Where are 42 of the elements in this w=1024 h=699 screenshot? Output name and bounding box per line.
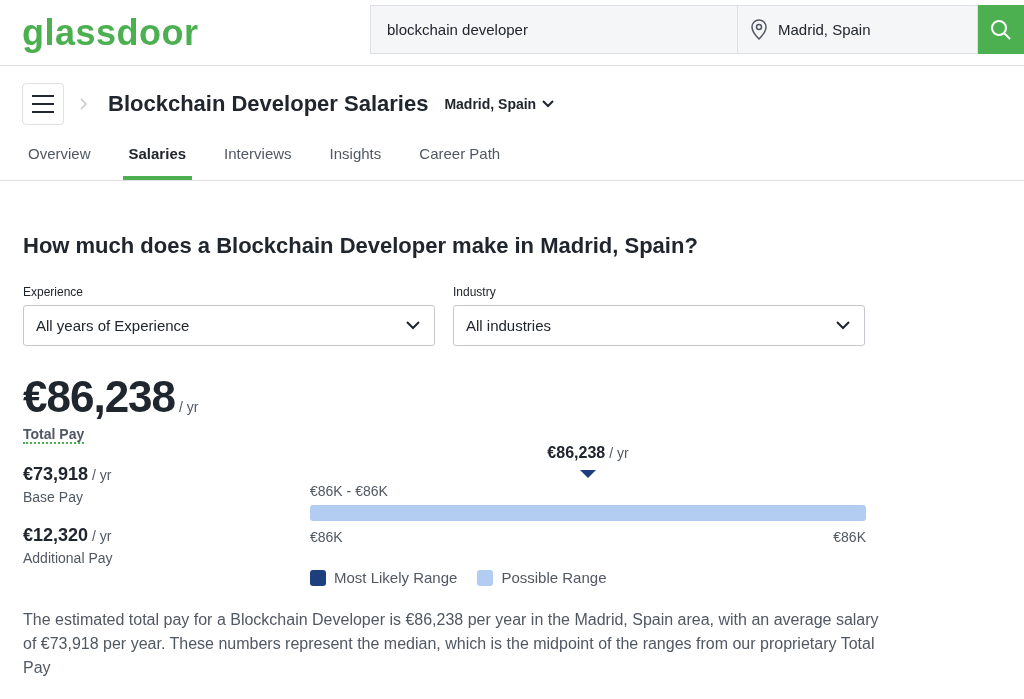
unit-label: / yr (179, 399, 199, 415)
filter-label: Experience (23, 285, 85, 299)
tab[interactable]: Interviews (218, 135, 298, 180)
unit-label: / yr (92, 528, 112, 544)
pay-amount: €73,918 (23, 464, 89, 485)
search-icon (990, 18, 1012, 41)
unit-label: / yr (92, 467, 112, 483)
search-button[interactable] (978, 5, 1024, 54)
tab[interactable]: Insights (323, 135, 388, 180)
menu-icon (32, 95, 54, 113)
range-label: €86K - €86K (310, 483, 389, 499)
breadcrumb-chevron-icon (80, 98, 88, 110)
search-field[interactable]: blockchain developer (370, 5, 738, 54)
total-pay-amount: €86,238 (23, 372, 176, 422)
median-marker-icon (580, 470, 596, 479)
tab[interactable]: Overview (22, 135, 97, 180)
legend-label: Most Likely Range (334, 569, 458, 586)
filter-dropdown[interactable]: All years of Experience (23, 305, 435, 346)
pay-label: Base Pay (23, 489, 84, 505)
range-min: €86K (310, 529, 343, 545)
legend-label: Possible Range (501, 569, 607, 586)
median-amount: €86,238 (547, 444, 606, 462)
filter-label: Industry (453, 285, 497, 299)
caret-icon (836, 321, 850, 330)
description-paragraph: The estimated total pay for a Blockchain Developer is €86,238 per year in the Madrid, Spain area, with an average salary of €73,918 per year. These numbers represent the median, which is the midpoint of the ranges from our proprietary Total Pay (23, 610, 880, 678)
location-pin-icon (750, 18, 768, 41)
location-field[interactable]: Madrid, Spain (738, 5, 978, 54)
menu-button[interactable] (22, 83, 64, 125)
range-max: €86K (833, 529, 866, 545)
caret-icon (542, 100, 555, 108)
tab[interactable]: Career Path (413, 135, 507, 180)
unit-label: / yr (609, 445, 629, 461)
location-dropdown[interactable]: Madrid, Spain (444, 96, 555, 112)
tab[interactable]: Salaries (122, 135, 193, 180)
caret-icon (406, 321, 420, 330)
section-heading: How much does a Blockchain Developer make in Madrid, Spain? (23, 233, 699, 259)
page-title: Blockchain Developer Salaries (108, 91, 429, 117)
total-pay-label[interactable]: Total Pay (23, 426, 85, 444)
pay-label: Additional Pay (23, 550, 114, 566)
filter-dropdown[interactable]: All industries (453, 305, 865, 346)
location-value: Madrid, Spain (778, 21, 871, 38)
pay-amount: €12,320 (23, 525, 89, 546)
